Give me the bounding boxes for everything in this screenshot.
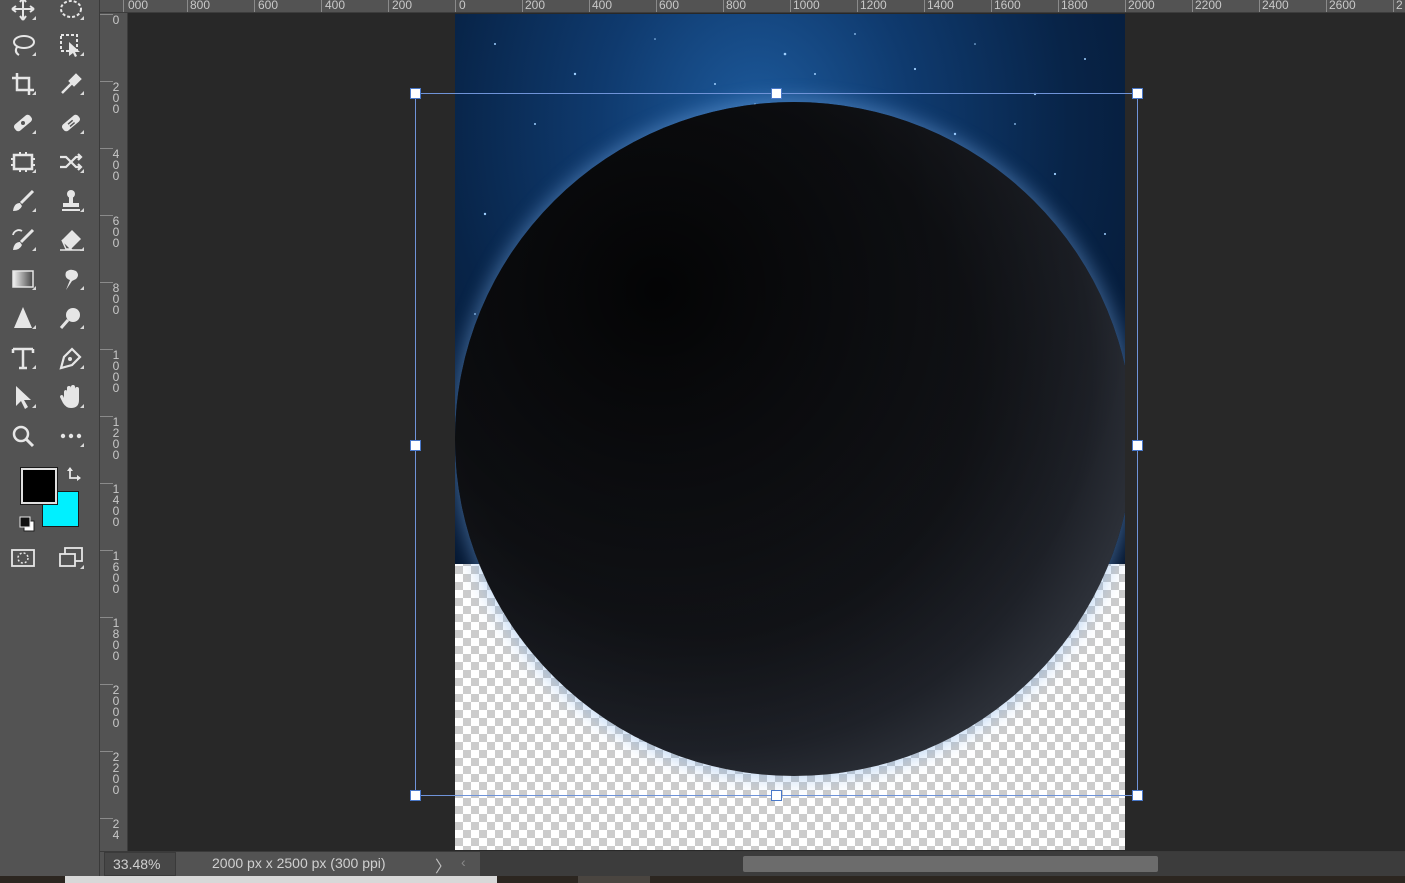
crop-tool[interactable] <box>3 67 43 101</box>
document-info: 2000 px x 2500 px (300 ppi) <box>212 855 386 871</box>
quick-mask-button[interactable] <box>3 541 43 575</box>
ruler-label: 400 <box>325 0 346 12</box>
history-brush-tool[interactable] <box>3 223 43 257</box>
ruler-label: 2400 <box>1262 0 1289 12</box>
zoom-icon <box>12 425 35 448</box>
clone-stamp-tool[interactable] <box>51 184 91 218</box>
ruler-label: 600 <box>112 214 120 250</box>
ruler-label: 1200 <box>112 415 120 462</box>
ruler-label: 1600 <box>112 549 120 596</box>
ruler-label: 1000 <box>112 348 120 395</box>
tools-panel <box>0 0 100 883</box>
ruler-label: 800 <box>112 281 120 317</box>
taskbar <box>0 876 1405 883</box>
transform-handle-right[interactable] <box>1132 440 1143 451</box>
scrollbar-thumb[interactable] <box>743 856 1158 872</box>
foreground-color-swatch[interactable] <box>20 467 58 505</box>
taskbar-item[interactable] <box>65 876 497 883</box>
zoom-tool[interactable] <box>3 419 43 453</box>
ruler-label: 2600 <box>1329 0 1356 12</box>
default-colors-icon[interactable] <box>18 515 36 533</box>
hand-tool[interactable] <box>51 380 91 414</box>
healing-brush-tool[interactable] <box>51 106 91 140</box>
vertical-ruler: 0 200 400 600 800 1000 1200 1400 1600 1800 2000 220… <box>100 13 128 851</box>
lasso-tool[interactable] <box>3 28 43 62</box>
sharpen-tool[interactable] <box>3 301 43 335</box>
ruler-label: 000 <box>128 0 149 12</box>
red-eye-tool[interactable] <box>51 145 91 179</box>
dodge-tool[interactable] <box>51 301 91 335</box>
ruler-label: 0 <box>459 0 466 12</box>
status-menu-arrow[interactable]: 〉 <box>435 853 451 877</box>
ruler-label: 2200 <box>112 750 120 797</box>
ruler-label: 1600 <box>994 0 1021 12</box>
ruler-label: 1800 <box>112 616 120 663</box>
ruler-label: 600 <box>659 0 680 12</box>
ruler-label: 200 <box>525 0 546 12</box>
transform-handle-top-right[interactable] <box>1132 88 1143 99</box>
canvas-area[interactable] <box>128 14 1405 850</box>
horizontal-scrollbar[interactable] <box>480 852 1405 876</box>
ruler-label: 2000 <box>1128 0 1155 12</box>
scroll-left-arrow[interactable]: ‹ <box>461 854 466 870</box>
path-selection-tool[interactable] <box>3 380 43 414</box>
move-tool[interactable] <box>3 0 43 26</box>
ruler-label: 600 <box>258 0 279 12</box>
eraser-tool[interactable] <box>51 223 91 257</box>
ruler-label: 200 <box>112 80 120 116</box>
pen-tool[interactable] <box>51 341 91 375</box>
ruler-label: 0 <box>112 13 120 27</box>
quick-mask-icon <box>11 549 35 567</box>
transform-handle-bottom-right[interactable] <box>1132 790 1143 801</box>
ruler-label: 800 <box>726 0 747 12</box>
ruler-label: 2 <box>1396 0 1403 12</box>
ruler-label: 200 <box>392 0 413 12</box>
ruler-label: 400 <box>592 0 613 12</box>
photoshop-window: 000 800 600 400 200 0 200 400 600 800 10… <box>0 0 1405 883</box>
more-tools[interactable] <box>51 419 91 453</box>
ruler-label: 2200 <box>1195 0 1222 12</box>
ruler-label: 1800 <box>1061 0 1088 12</box>
object-selection-tool[interactable] <box>51 28 91 62</box>
transform-handle-left[interactable] <box>410 440 421 451</box>
gradient-tool[interactable] <box>3 262 43 296</box>
content-aware-move-tool[interactable] <box>3 145 43 179</box>
horizontal-ruler: 000 800 600 400 200 0 200 400 600 800 10… <box>100 0 1405 13</box>
marquee-tool[interactable] <box>51 0 91 26</box>
ruler-label: 2000 <box>112 683 120 730</box>
ruler-label: 400 <box>112 147 120 183</box>
ruler-label: 1400 <box>927 0 954 12</box>
transform-handle-top[interactable] <box>771 88 782 99</box>
transform-handle-top-left[interactable] <box>410 88 421 99</box>
status-bar: 33.48% 2000 px x 2500 px (300 ppi) 〉 ‹ <box>100 851 1405 876</box>
ruler-label: 24 <box>112 817 120 842</box>
type-tool[interactable] <box>3 341 43 375</box>
transform-handle-bottom[interactable] <box>771 790 782 801</box>
brush-tool[interactable] <box>3 184 43 218</box>
eyedropper-tool[interactable] <box>51 67 91 101</box>
spot-healing-tool[interactable] <box>3 106 43 140</box>
free-transform-box[interactable] <box>415 93 1138 796</box>
screen-mode-button[interactable] <box>51 541 91 575</box>
transform-handle-bottom-left[interactable] <box>410 790 421 801</box>
ruler-label: 1000 <box>793 0 820 12</box>
swap-colors-icon[interactable] <box>66 465 86 483</box>
taskbar-item[interactable] <box>578 876 650 883</box>
ruler-label: 1200 <box>860 0 887 12</box>
ruler-label: 800 <box>190 0 211 12</box>
smudge-tool[interactable] <box>51 262 91 296</box>
zoom-level-field[interactable]: 33.48% <box>104 852 176 876</box>
ruler-label: 1400 <box>112 482 120 529</box>
